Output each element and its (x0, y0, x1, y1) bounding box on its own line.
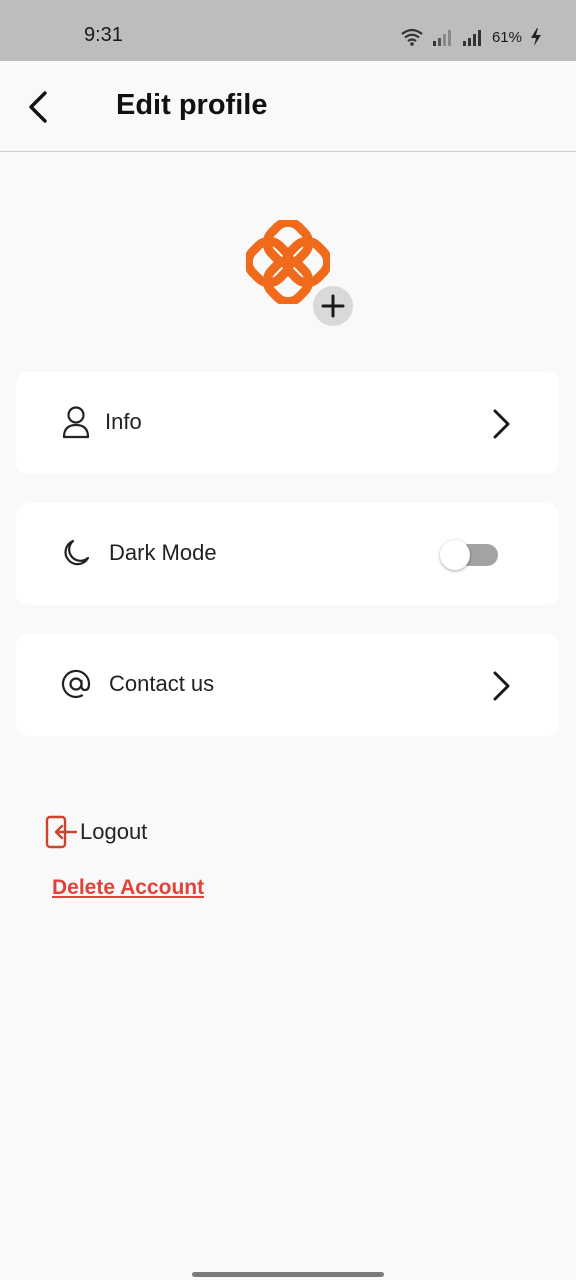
contact-row[interactable]: Contact us (16, 634, 559, 736)
info-label: Info (105, 409, 142, 434)
battery-charging-icon (531, 28, 541, 46)
logout-button[interactable]: Logout (44, 813, 147, 851)
user-icon (60, 405, 92, 439)
back-arrow-icon (29, 91, 47, 123)
status-icons: 61% (400, 24, 542, 50)
dark-mode-row: Dark Mode (16, 503, 559, 605)
status-bar: 9:31 61% (0, 0, 576, 61)
back-button[interactable] (18, 85, 58, 129)
at-icon (60, 667, 92, 701)
dark-mode-label: Dark Mode (109, 540, 217, 565)
avatar[interactable] (246, 220, 356, 330)
chevron-right-icon (487, 407, 515, 441)
page-title: Edit profile (116, 89, 268, 121)
logout-icon (45, 815, 78, 849)
info-row[interactable]: Info (16, 372, 559, 474)
signal-icon (462, 30, 481, 46)
signal-icon (432, 30, 451, 46)
app-bar: Edit profile (0, 61, 576, 152)
battery-percentage: 61% (491, 28, 522, 46)
add-photo-button[interactable] (313, 286, 353, 326)
logout-label: Logout (80, 819, 148, 844)
wifi-icon (401, 28, 423, 46)
toggle-thumb (440, 540, 470, 570)
chevron-right-icon (487, 669, 515, 703)
home-indicator[interactable] (192, 1272, 384, 1277)
status-time: 9:31 (84, 24, 123, 46)
contact-label: Contact us (109, 671, 215, 696)
moon-icon (60, 536, 92, 570)
dark-mode-toggle[interactable] (440, 538, 500, 572)
plus-icon (321, 294, 345, 318)
delete-account-link[interactable]: Delete Account (52, 876, 204, 900)
